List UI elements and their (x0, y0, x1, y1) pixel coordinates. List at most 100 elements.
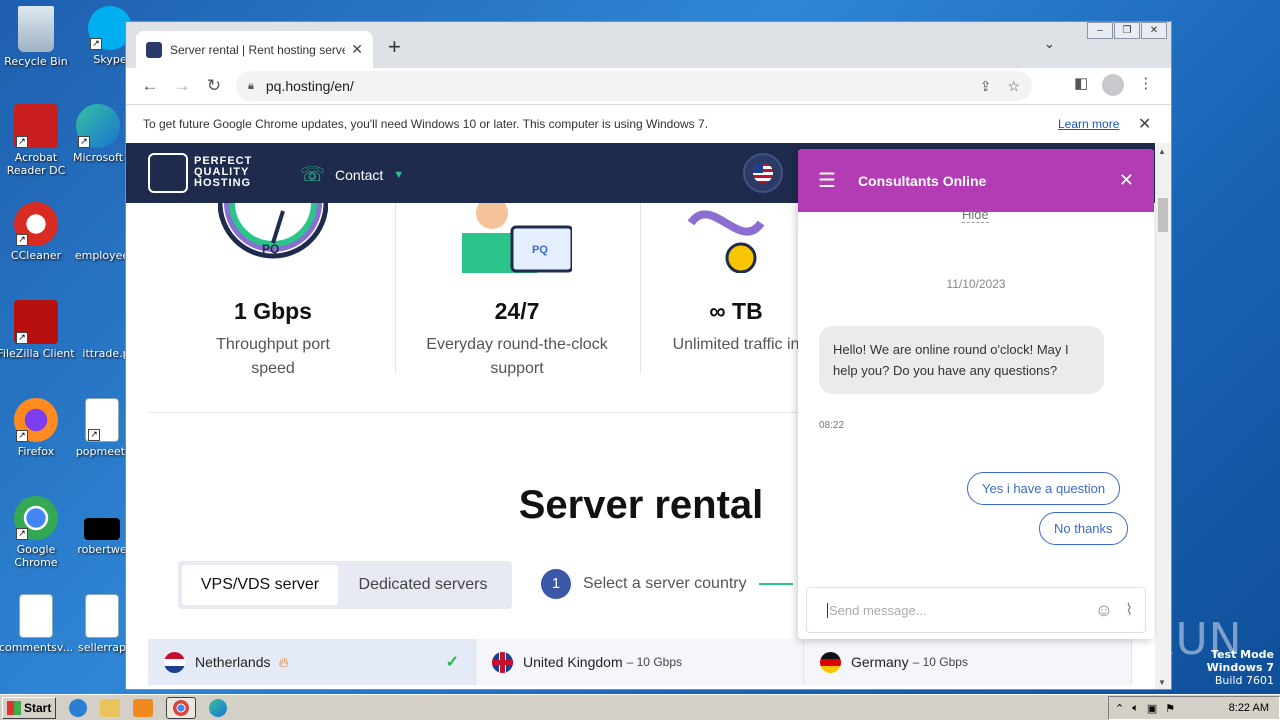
chrome-taskbar-button[interactable] (166, 696, 197, 719)
desktop-icon-recycle-bin[interactable]: Recycle Bin (0, 6, 76, 68)
ie-icon[interactable] (69, 698, 88, 717)
window-controls: – ❐ ✕ (1086, 22, 1167, 39)
file-icon (80, 202, 124, 246)
black-file-icon (84, 518, 120, 540)
chevron-down-icon: ▼ (393, 168, 405, 181)
svg-text:PQ: PQ (262, 242, 279, 256)
scroll-up-icon[interactable]: ▲ (1158, 147, 1166, 156)
show-hidden-icons-icon[interactable]: ⌃ (1115, 702, 1124, 715)
word-document-icon: ↗ (85, 398, 119, 442)
close-chat-icon[interactable]: ✕ (1119, 170, 1134, 191)
netherlands-flag-icon (164, 651, 185, 673)
germany-flag-icon (820, 651, 841, 673)
hamburger-menu-icon[interactable]: ☰ (818, 168, 836, 193)
chat-message-input[interactable]: Send message... ☺ ⌇ (806, 587, 1146, 633)
tab-search-chevron-icon[interactable]: ⌄ (1044, 36, 1055, 52)
network-icon[interactable]: ▣ (1147, 702, 1157, 715)
tab-strip: Server rental | Rent hosting servers ✕ +… (126, 22, 1171, 68)
site-favicon-icon (146, 41, 162, 58)
close-window-button[interactable]: ✕ (1141, 22, 1167, 39)
support-agent-icon: PQ (462, 197, 574, 273)
restore-button[interactable]: ❐ (1114, 22, 1140, 39)
tab-dedicated[interactable]: Dedicated servers (338, 565, 508, 605)
menu-kebab-icon[interactable]: ⋮ (1138, 74, 1153, 96)
profile-avatar-icon[interactable] (1102, 74, 1125, 96)
feature-speed: PQ 1 Gbps Throughput port speed (198, 202, 348, 381)
address-bar[interactable]: 🔒︎ pq.hosting/en/ ⇪ ☆ (236, 71, 1032, 101)
update-infobar: To get future Google Chrome updates, you… (126, 104, 1171, 144)
browser-tab[interactable]: Server rental | Rent hosting servers ✕ (136, 31, 373, 68)
hide-link[interactable]: Hide (962, 207, 989, 223)
scroll-down-icon[interactable]: ▼ (1158, 678, 1166, 687)
lock-icon: 🔒︎ (248, 79, 254, 92)
media-player-icon[interactable] (133, 698, 154, 717)
tab-vps-vds[interactable]: VPS/VDS server (182, 565, 338, 605)
emoji-icon[interactable]: ☺ (1095, 600, 1113, 621)
attachment-icon[interactable]: ⌇ (1125, 600, 1133, 620)
fire-icon: 🔥︎ (278, 653, 289, 670)
recycle-bin-icon (18, 6, 54, 52)
firefox-icon: ↗ (14, 398, 58, 442)
edge-icon[interactable] (209, 698, 228, 717)
speedometer-icon: PQ (217, 202, 329, 259)
minimize-button[interactable]: – (1087, 22, 1113, 39)
new-tab-button[interactable]: + (388, 34, 401, 60)
word-document-icon (85, 594, 119, 638)
divider (395, 203, 396, 373)
learn-more-link[interactable]: Learn more (1058, 117, 1119, 131)
infinity-traffic-icon (687, 210, 765, 274)
us-flag-icon (753, 163, 773, 183)
start-button[interactable]: Start (2, 696, 57, 719)
back-arrow-icon[interactable]: ← (134, 76, 166, 96)
contact-menu[interactable]: ☏ Contact ▼ (300, 162, 404, 187)
explorer-folder-icon[interactable] (100, 698, 121, 717)
country-list: Netherlands 🔥︎ ✓ United Kingdom – 10 Gbp… (148, 639, 1132, 685)
file-icon (84, 300, 128, 344)
chrome-icon (173, 699, 190, 716)
chat-header: ☰ Consultants Online ✕ (798, 149, 1154, 212)
check-icon: ✓ (445, 654, 459, 671)
action-center-flag-icon[interactable]: ⚑ (1165, 702, 1175, 715)
country-united-kingdom[interactable]: United Kingdom – 10 Gbps (476, 639, 804, 685)
site-logo-text: PERFECT QUALITY HOSTING (194, 155, 253, 189)
svg-text:PQ: PQ (532, 244, 548, 256)
desktop-icon-filezilla[interactable]: ↗ FileZilla Client (0, 300, 76, 360)
word-document-icon (19, 594, 53, 638)
country-netherlands[interactable]: Netherlands 🔥︎ ✓ (148, 639, 476, 685)
step-connector (758, 583, 793, 585)
system-tray: ⌃ 🔈︎ ▣ ⚑ 8:22 AM (1108, 696, 1280, 720)
clock[interactable]: 8:22 AM (1229, 702, 1269, 714)
reload-icon[interactable]: ↻ (198, 76, 230, 96)
close-tab-icon[interactable]: ✕ (351, 41, 363, 58)
yes-question-button[interactable]: Yes i have a question (967, 472, 1121, 505)
feature-support: PQ 24/7 Everyday round-the-clock support (416, 197, 618, 381)
message-time: 08:22 (819, 420, 845, 431)
forward-arrow-icon[interactable]: → (166, 76, 198, 96)
server-type-toggle: VPS/VDS server Dedicated servers (178, 561, 512, 609)
windows-logo-icon (7, 700, 21, 715)
bookmark-star-icon[interactable]: ☆ (1007, 78, 1020, 95)
country-germany[interactable]: Germany – 10 Gbps (804, 639, 1132, 685)
chat-message: Hello! We are online round o'clock! May … (819, 326, 1104, 394)
filezilla-icon: ↗ (14, 300, 58, 344)
ccleaner-icon: ↗ (14, 202, 58, 246)
pq-logo-icon[interactable] (148, 153, 188, 193)
page-scrollbar[interactable]: ▲ ▼ (1155, 143, 1171, 689)
close-infobar-icon[interactable]: ✕ (1138, 114, 1151, 134)
share-icon[interactable]: ⇪ (980, 78, 992, 95)
taskbar: Start ⌃ 🔈︎ ▣ ⚑ 8:22 AM (0, 694, 1280, 720)
no-thanks-button[interactable]: No thanks (1039, 512, 1128, 545)
browser-toolbar: ← → ↻ 🔒︎ pq.hosting/en/ ⇪ ☆ ◧ ⋮ (126, 68, 1171, 104)
chrome-window: Server rental | Rent hosting servers ✕ +… (125, 21, 1172, 690)
scroll-thumb[interactable] (1158, 198, 1168, 232)
phone-icon: ☏ (300, 164, 326, 186)
edge-icon: ↗ (76, 104, 120, 148)
chat-widget: ☰ Consultants Online ✕ Hide 11/10/2023 H… (798, 149, 1154, 639)
step-indicator: 1 Select a server country (541, 569, 793, 599)
language-selector[interactable] (743, 153, 783, 193)
test-mode-label: Test Mode Windows 7 Build 7601 (1206, 648, 1274, 687)
volume-icon[interactable]: 🔈︎ (1132, 702, 1139, 715)
chat-date: 11/10/2023 (946, 277, 1006, 291)
side-panel-icon[interactable]: ◧ (1074, 74, 1088, 96)
acrobat-icon: ↗ (14, 104, 58, 148)
